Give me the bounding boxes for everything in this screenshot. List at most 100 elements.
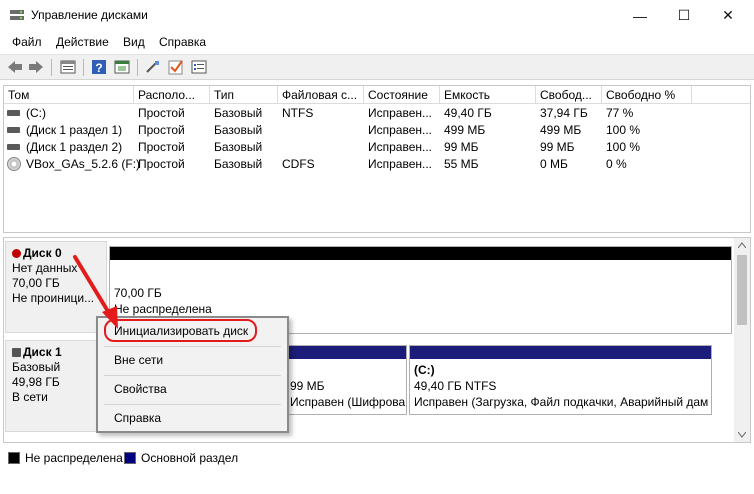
toolbar: ? [0,54,754,80]
col-layout[interactable]: Располо... [134,86,210,104]
window-title: Управление дисками [31,8,148,22]
disk-1-partition-c[interactable]: (C:) 49,40 ГБ NTFS Исправен (Загрузка, Ф… [409,345,712,415]
menu-bar: Файл Действие Вид Справка [0,31,754,53]
volume-list[interactable]: Том Располо... Тип Файловая с... Состоян… [3,85,751,233]
scroll-up-icon[interactable] [738,242,746,248]
partition-name: (C:) [414,363,435,377]
cell-free: 37,94 ГБ [540,106,588,120]
cell-filesystem: NTFS [282,106,314,120]
scroll-down-icon[interactable] [738,432,746,438]
col-filesystem[interactable]: Файловая с... [278,86,364,104]
cell-free: 499 МБ [540,123,582,137]
partition-status: Исправен (Загрузка, Файл подкачки, Авари… [414,395,709,409]
partition-size: 49,40 ГБ NTFS [414,379,497,393]
toolbar-separator [83,59,84,76]
legend: Не распределена Основной раздел [0,446,754,470]
disk-management-icon [10,10,24,20]
cell-type: Базовый [214,106,263,120]
cd-drive-icon [7,157,21,171]
cell-layout: Простой [138,106,185,120]
cell-layout: Простой [138,123,185,137]
cell-type: Базовый [214,123,263,137]
red-arrow-icon [73,255,118,329]
disk-1-size: 49,98 ГБ [12,375,60,389]
disk-1-type: Базовый [12,360,61,374]
cell-capacity: 99 МБ [444,140,479,154]
volume-icon [7,127,20,133]
col-status[interactable]: Состояние [364,86,440,104]
toolbar-separator [137,59,138,76]
vertical-scrollbar[interactable] [734,238,750,442]
title-bar: Управление дисками — ☐ ✕ [0,0,754,31]
cell-capacity: 499 МБ [444,123,486,137]
forward-icon[interactable] [27,58,45,76]
col-volume[interactable]: Том [4,86,134,104]
cell-status: Исправен... [368,106,433,120]
check-icon[interactable] [167,58,185,76]
table-row[interactable]: (Диск 1 раздел 2) Простой Базовый Исправ… [4,139,750,156]
cell-capacity: 49,40 ГБ [444,106,492,120]
disk-1-title: Диск 1 [23,345,62,359]
col-free[interactable]: Свобод... [536,86,602,104]
cell-free: 0 МБ [540,157,568,171]
primary-partition-bar [410,346,711,359]
cell-layout: Простой [138,140,185,154]
cell-type: Базовый [214,140,263,154]
cell-type: Базовый [214,157,263,171]
disk-1-label[interactable]: Диск 1 Базовый 49,98 ГБ В сети [5,340,107,432]
unallocated-swatch [8,452,20,464]
wizard-icon[interactable] [144,58,162,76]
legend-unallocated: Не распределена [25,451,123,465]
cell-capacity: 55 МБ [444,157,479,171]
properties-icon[interactable] [59,58,77,76]
menu-help-item[interactable]: Справка [100,405,285,433]
partition-size: 99 МБ [290,379,325,393]
menu-action[interactable]: Действие [56,35,109,49]
col-type[interactable]: Тип [210,86,278,104]
cell-free: 99 МБ [540,140,575,154]
volume-icon [7,144,20,150]
menu-help[interactable]: Справка [159,35,206,49]
volume-icon [7,110,20,116]
minimize-button[interactable]: — [618,0,662,31]
disk-1-status: В сети [12,390,48,404]
close-button[interactable]: ✕ [706,0,750,31]
cell-filesystem: CDFS [282,157,315,171]
back-icon[interactable] [6,58,24,76]
cell-free-percent: 100 % [606,140,641,154]
disk-error-icon [12,249,21,258]
cell-layout: Простой [138,157,185,171]
scrollbar-thumb[interactable] [737,255,747,325]
cell-status: Исправен... [368,140,433,154]
cell-volume: VBox_GAs_5.2.6 (F:) [26,157,141,171]
col-capacity[interactable]: Емкость [440,86,536,104]
cell-status: Исправен... [368,123,433,137]
cell-free-percent: 0 % [606,157,627,171]
list-icon[interactable] [190,58,208,76]
legend-primary: Основной раздел [141,451,239,465]
table-row[interactable]: VBox_GAs_5.2.6 (F:) Простой Базовый CDFS… [4,156,750,173]
table-row[interactable]: (C:) Простой Базовый NTFS Исправен... 49… [4,105,750,122]
window-icon[interactable] [113,58,131,76]
disk-0-title: Диск 0 [23,246,62,260]
menu-file[interactable]: Файл [12,35,42,49]
table-row[interactable]: (Диск 1 раздел 1) Простой Базовый Исправ… [4,122,750,139]
menu-properties[interactable]: Свойства [100,376,285,404]
partition-status: Исправен (Шифрова [290,395,406,409]
svg-text:?: ? [95,61,102,75]
cell-free-percent: 77 % [606,106,634,120]
cell-volume: (C:) [26,106,46,120]
unallocated-bar [110,247,731,260]
col-free-percent[interactable]: Свободно % [602,86,692,104]
primary-swatch [124,452,136,464]
toolbar-separator [51,59,52,76]
menu-offline[interactable]: Вне сети [100,347,285,375]
cell-status: Исправен... [368,157,433,171]
disk-icon [12,348,21,357]
volume-list-header: Том Располо... Тип Файловая с... Состоян… [4,86,750,104]
help-icon[interactable]: ? [90,58,108,76]
cell-volume: (Диск 1 раздел 1) [26,123,123,137]
cell-volume: (Диск 1 раздел 2) [26,140,123,154]
maximize-button[interactable]: ☐ [662,0,706,31]
menu-view[interactable]: Вид [123,35,145,49]
